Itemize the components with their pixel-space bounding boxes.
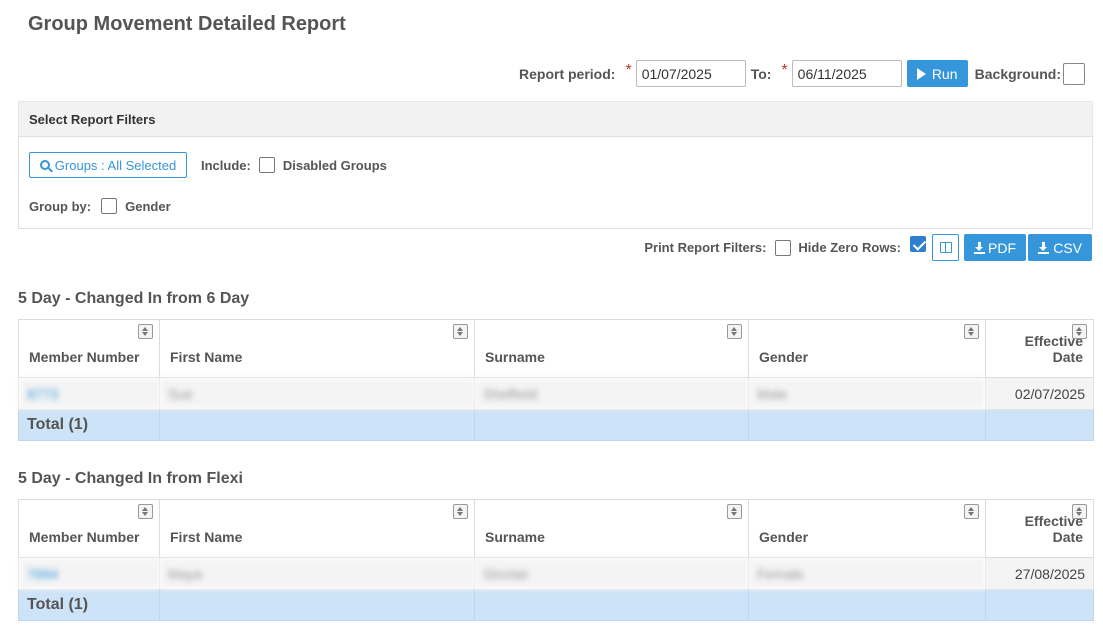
disabled-groups-label: Disabled Groups — [282, 157, 387, 173]
required-marker: * — [625, 61, 632, 79]
member-number-link[interactable]: 8773 — [18, 377, 160, 410]
columns-icon — [939, 242, 952, 253]
to-label: To: — [750, 65, 772, 82]
section-title: 5 Day - Changed In from Flexi — [18, 470, 243, 487]
background-label: Background: — [974, 65, 1061, 82]
background-checkbox[interactable] — [1063, 62, 1085, 85]
table-header-row: Member Number First Name Surname Gender … — [18, 319, 1094, 378]
run-label: Run — [931, 65, 958, 82]
required-marker: * — [781, 61, 788, 79]
group-by-label: Group by: — [29, 198, 92, 214]
report-toolbar: Print Report Filters: Hide Zero Rows: PD… — [644, 234, 1092, 261]
effective-date-cell: 02/07/2025 — [985, 377, 1094, 410]
surname-cell: Sheffield — [474, 377, 749, 410]
total-label: Total (1) — [18, 589, 160, 621]
table-header-row: Member Number First Name Surname Gender … — [18, 499, 1094, 558]
member-number-link[interactable]: 7884 — [18, 557, 160, 590]
total-row: Total (1) — [18, 589, 1094, 621]
column-header-surname[interactable]: Surname — [474, 319, 749, 378]
column-header-first-name[interactable]: First Name — [159, 319, 475, 378]
sort-icon[interactable] — [453, 324, 468, 339]
total-label: Total (1) — [18, 409, 160, 441]
csv-button[interactable]: CSV — [1028, 234, 1092, 261]
search-icon — [39, 160, 50, 170]
column-header-member-number[interactable]: Member Number — [18, 499, 160, 558]
report-period-label: Report period: — [519, 65, 616, 82]
gender-checkbox[interactable] — [101, 198, 118, 214]
columns-button[interactable] — [932, 234, 959, 261]
surname-cell: Sinclair — [474, 557, 749, 590]
first-name-cell: Maya — [159, 557, 475, 590]
hide-zero-rows-checkbox[interactable] — [910, 235, 926, 252]
sort-icon[interactable] — [138, 324, 153, 339]
sort-icon[interactable] — [727, 504, 742, 519]
include-filter: Include: Disabled Groups — [201, 157, 387, 173]
filters-header: Select Report Filters — [18, 101, 1093, 136]
first-name-cell: Sue — [159, 377, 475, 410]
report-table: Member Number First Name Surname Gender … — [18, 499, 1094, 621]
sort-icon[interactable] — [453, 504, 468, 519]
effective-date-cell: 27/08/2025 — [985, 557, 1094, 590]
include-label: Include: — [201, 157, 251, 173]
column-header-effective-date[interactable]: Effective Date — [985, 319, 1094, 378]
csv-label: CSV — [1053, 239, 1082, 256]
gender-cell: Male — [748, 377, 986, 410]
groups-selector-label: Groups : All Selected — [54, 157, 177, 173]
disabled-groups-checkbox[interactable] — [258, 157, 275, 173]
table-row: 8773 Sue Sheffield Male 02/07/2025 — [18, 377, 1094, 410]
from-date-input[interactable] — [635, 60, 746, 87]
column-header-first-name[interactable]: First Name — [159, 499, 475, 558]
print-filters-label: Print Report Filters: — [644, 240, 767, 255]
pdf-button[interactable]: PDF — [964, 234, 1026, 261]
section-title: 5 Day - Changed In from 6 Day — [18, 290, 250, 307]
play-icon — [916, 67, 926, 80]
column-header-surname[interactable]: Surname — [474, 499, 749, 558]
sort-icon[interactable] — [727, 324, 742, 339]
total-row: Total (1) — [18, 409, 1094, 441]
gender-cell: Female — [748, 557, 986, 590]
sort-icon[interactable] — [138, 504, 153, 519]
column-header-member-number[interactable]: Member Number — [18, 319, 160, 378]
print-filters-checkbox[interactable] — [775, 239, 792, 256]
run-button[interactable]: Run — [906, 60, 968, 87]
column-header-gender[interactable]: Gender — [748, 319, 986, 378]
sort-icon[interactable] — [1072, 324, 1087, 339]
group-by-filter: Group by: Gender — [29, 198, 171, 214]
hide-zero-rows-label: Hide Zero Rows: — [798, 240, 901, 255]
column-header-effective-date[interactable]: Effective Date — [985, 499, 1094, 558]
to-date-input[interactable] — [791, 60, 902, 87]
report-table: Member Number First Name Surname Gender … — [18, 319, 1094, 441]
column-header-gender[interactable]: Gender — [748, 499, 986, 558]
gender-label: Gender — [125, 198, 171, 214]
sort-icon[interactable] — [1072, 504, 1087, 519]
pdf-label: PDF — [988, 239, 1016, 256]
sort-icon[interactable] — [964, 504, 979, 519]
page-title: Group Movement Detailed Report — [28, 13, 346, 35]
report-period-bar: Report period: * To: * Run Background: — [519, 60, 1085, 87]
groups-selector-button[interactable]: Groups : All Selected — [29, 152, 187, 178]
sort-icon[interactable] — [964, 324, 979, 339]
filters-panel: Groups : All Selected Include: Disabled … — [18, 136, 1093, 229]
download-icon — [1038, 241, 1049, 254]
table-row: 7884 Maya Sinclair Female 27/08/2025 — [18, 557, 1094, 590]
download-icon — [974, 241, 985, 254]
